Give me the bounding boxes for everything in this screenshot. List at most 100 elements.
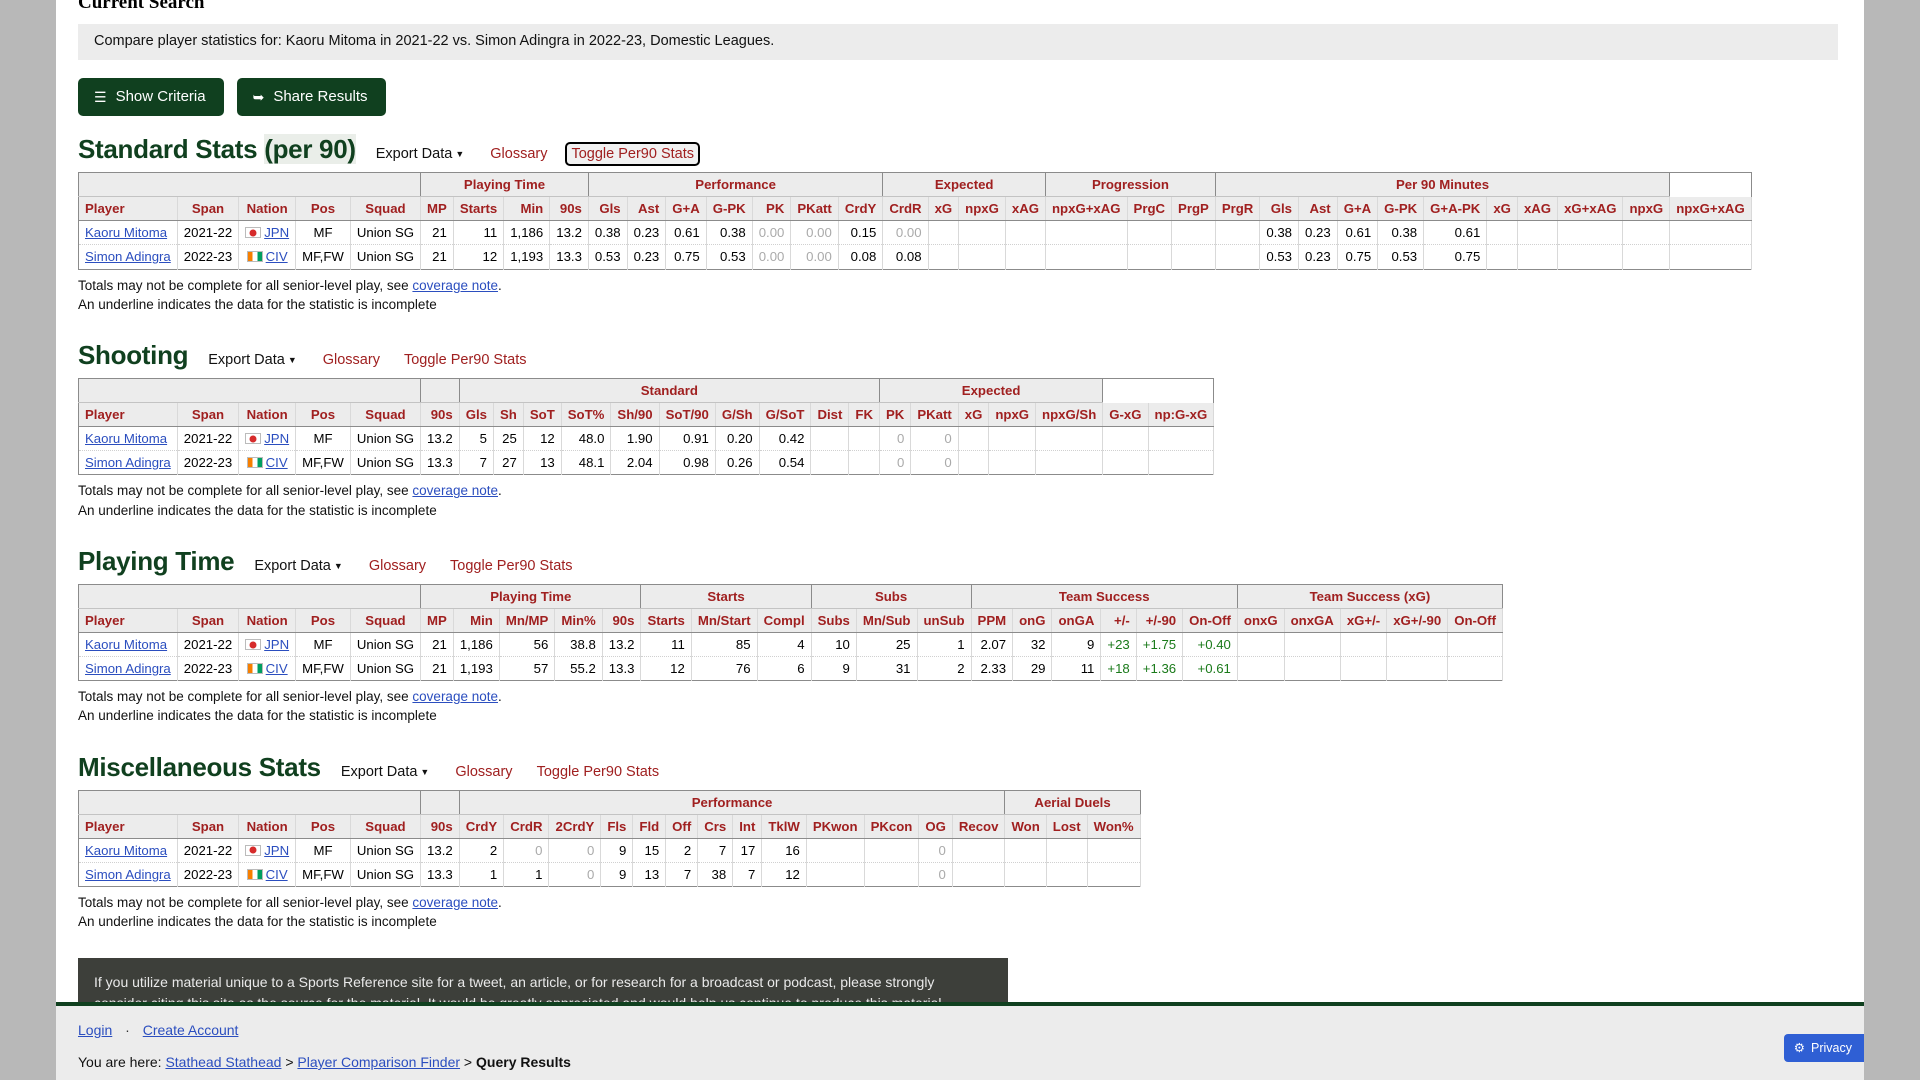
col-header-og-17[interactable]: OG [918, 814, 953, 839]
col-header-pos-3[interactable]: Pos [295, 196, 351, 222]
col-header-crs-12[interactable]: Crs [697, 814, 734, 839]
export-data-menu-miscellaneous-stats[interactable]: Export Data ▼ [335, 762, 436, 782]
col-header-pkatt-17[interactable]: PKatt [910, 402, 959, 428]
privacy-badge[interactable]: ⚙ Privacy [1783, 1034, 1864, 1062]
col-header-g-xg-21[interactable]: G-xG [1102, 402, 1149, 428]
player-link[interactable]: Kaoru Mitoma [85, 431, 167, 446]
col-header-pos-3[interactable]: Pos [295, 814, 351, 839]
col-header-pkatt-14[interactable]: PKatt [790, 196, 839, 222]
breadcrumb-stathead-link[interactable]: Stathead Stathead [165, 1054, 281, 1070]
col-header-sot-8[interactable]: SoT [523, 402, 562, 428]
coverage-note-link[interactable]: coverage note [412, 895, 498, 910]
col-header-nation-2[interactable]: Nation [238, 814, 297, 839]
col-header-ppm-16[interactable]: PPM [970, 608, 1014, 634]
col-header-dist-14[interactable]: Dist [810, 402, 850, 428]
col-header-90s-9[interactable]: 90s [602, 608, 642, 634]
col-header-compl-12[interactable]: Compl [757, 608, 812, 634]
col-header-g-pk-12[interactable]: G-PK [706, 196, 753, 222]
coverage-note-link[interactable]: coverage note [412, 278, 498, 293]
col-header-span-1[interactable]: Span [177, 608, 240, 634]
col-header-xg-29[interactable]: xG [1486, 196, 1518, 222]
col-header-mp-5[interactable]: MP [420, 608, 454, 634]
col-header-npxg-19[interactable]: npxG [988, 402, 1037, 428]
col-header-np-g-xg-22[interactable]: np:G-xG [1148, 402, 1215, 428]
col-header-min-8[interactable]: Min% [554, 608, 603, 634]
toggle-per90-button-shooting[interactable]: Toggle Per90 Stats [400, 350, 531, 370]
col-header-sh-90-10[interactable]: Sh/90 [610, 402, 660, 428]
col-header-on-off-21[interactable]: On-Off [1182, 608, 1238, 634]
nation-link[interactable]: JPN [264, 843, 289, 858]
col-header-onga-18[interactable]: onGA [1051, 608, 1102, 634]
col-header-prgc-21[interactable]: PrgC [1127, 196, 1173, 222]
player-link[interactable]: Simon Adingra [85, 249, 171, 264]
col-header-gls-24[interactable]: Gls [1259, 196, 1300, 222]
col-header-g-sh-12[interactable]: G/Sh [715, 402, 760, 428]
toggle-per90-button-standard-stats[interactable]: Toggle Per90 Stats [565, 142, 700, 166]
col-header-sot-9[interactable]: SoT% [561, 402, 612, 428]
col-header-xg-xag-31[interactable]: xG+xAG [1557, 196, 1624, 222]
nation-link[interactable]: CIV [266, 661, 288, 676]
col-header-squad-4[interactable]: Squad [350, 402, 422, 428]
export-data-menu-shooting[interactable]: Export Data ▼ [202, 350, 303, 370]
col-header-ast-10[interactable]: Ast [627, 196, 667, 222]
col-header-player-0[interactable]: Player [78, 814, 178, 839]
col-header-90-20[interactable]: +/-90 [1136, 608, 1184, 634]
col-header-xg-17[interactable]: xG [928, 196, 960, 222]
col-header-on-off-26[interactable]: On-Off [1447, 608, 1503, 634]
toggle-per90-button-playing-time[interactable]: Toggle Per90 Stats [446, 556, 577, 576]
coverage-note-link[interactable]: coverage note [412, 689, 498, 704]
show-criteria-button[interactable]: ☰ Show Criteria [78, 78, 224, 116]
col-header-g-a-11[interactable]: G+A [665, 196, 707, 222]
col-header-fld-10[interactable]: Fld [632, 814, 667, 839]
col-header-fls-9[interactable]: Fls [600, 814, 634, 839]
col-header-won-19[interactable]: Won [1004, 814, 1047, 839]
col-header-player-0[interactable]: Player [78, 402, 178, 428]
col-header-subs-13[interactable]: Subs [810, 608, 857, 634]
col-header-pos-3[interactable]: Pos [295, 402, 351, 428]
col-header-span-1[interactable]: Span [177, 402, 240, 428]
col-header-prgr-23[interactable]: PrgR [1214, 196, 1261, 222]
export-data-menu-standard-stats[interactable]: Export Data ▼ [370, 144, 471, 164]
col-header-int-13[interactable]: Int [732, 814, 763, 839]
nation-link[interactable]: CIV [266, 455, 288, 470]
col-header-sot-90-11[interactable]: SoT/90 [659, 402, 716, 428]
col-header-mp-5[interactable]: MP [420, 196, 454, 222]
col-header-npxg-xag-20[interactable]: npxG+xAG [1045, 196, 1128, 222]
col-header-pkcon-16[interactable]: PKcon [864, 814, 920, 839]
col-header-g-a-26[interactable]: G+A [1337, 196, 1379, 222]
col-header-g-pk-27[interactable]: G-PK [1377, 196, 1425, 222]
col-header-starts-10[interactable]: Starts [640, 608, 692, 634]
col-header--19[interactable]: +/- [1100, 608, 1137, 634]
glossary-link-standard-stats[interactable]: Glossary [486, 144, 551, 164]
col-header-xg-18[interactable]: xG [958, 402, 990, 428]
player-link[interactable]: Kaoru Mitoma [85, 637, 167, 652]
nation-link[interactable]: CIV [266, 249, 288, 264]
col-header-gls-9[interactable]: Gls [587, 196, 628, 222]
col-header-npxg-18[interactable]: npxG [958, 196, 1006, 222]
nation-link[interactable]: CIV [266, 867, 288, 882]
export-data-menu-playing-time[interactable]: Export Data ▼ [248, 556, 349, 576]
col-header-nation-2[interactable]: Nation [238, 608, 297, 634]
nation-link[interactable]: JPN [264, 431, 289, 446]
nation-link[interactable]: JPN [264, 637, 289, 652]
col-header-min-7[interactable]: Min [503, 196, 551, 222]
player-link[interactable]: Simon Adingra [85, 867, 171, 882]
col-header-span-1[interactable]: Span [177, 196, 240, 222]
col-header-mn-sub-14[interactable]: Mn/Sub [856, 608, 918, 634]
col-header-90s-5[interactable]: 90s [420, 814, 460, 839]
col-header-npxg-sh-20[interactable]: npxG/Sh [1035, 402, 1104, 428]
col-header-pos-3[interactable]: Pos [295, 608, 351, 634]
col-header-won-21[interactable]: Won% [1087, 814, 1141, 839]
col-header-ast-25[interactable]: Ast [1298, 196, 1338, 222]
breadcrumb-player-comparison-link[interactable]: Player Comparison Finder [297, 1054, 460, 1070]
col-header-xag-19[interactable]: xAG [1005, 196, 1047, 222]
glossary-link-playing-time[interactable]: Glossary [365, 556, 430, 576]
share-results-button[interactable]: ➥ Share Results [236, 78, 386, 116]
col-header-npxg-xag-33[interactable]: npxG+xAG [1669, 196, 1752, 222]
col-header-xg-24[interactable]: xG+/- [1340, 608, 1388, 634]
nation-link[interactable]: JPN [264, 225, 289, 240]
col-header-90s-5[interactable]: 90s [420, 402, 460, 428]
col-header-xag-30[interactable]: xAG [1517, 196, 1559, 222]
col-header-squad-4[interactable]: Squad [350, 196, 422, 222]
col-header-fk-15[interactable]: FK [848, 402, 880, 428]
